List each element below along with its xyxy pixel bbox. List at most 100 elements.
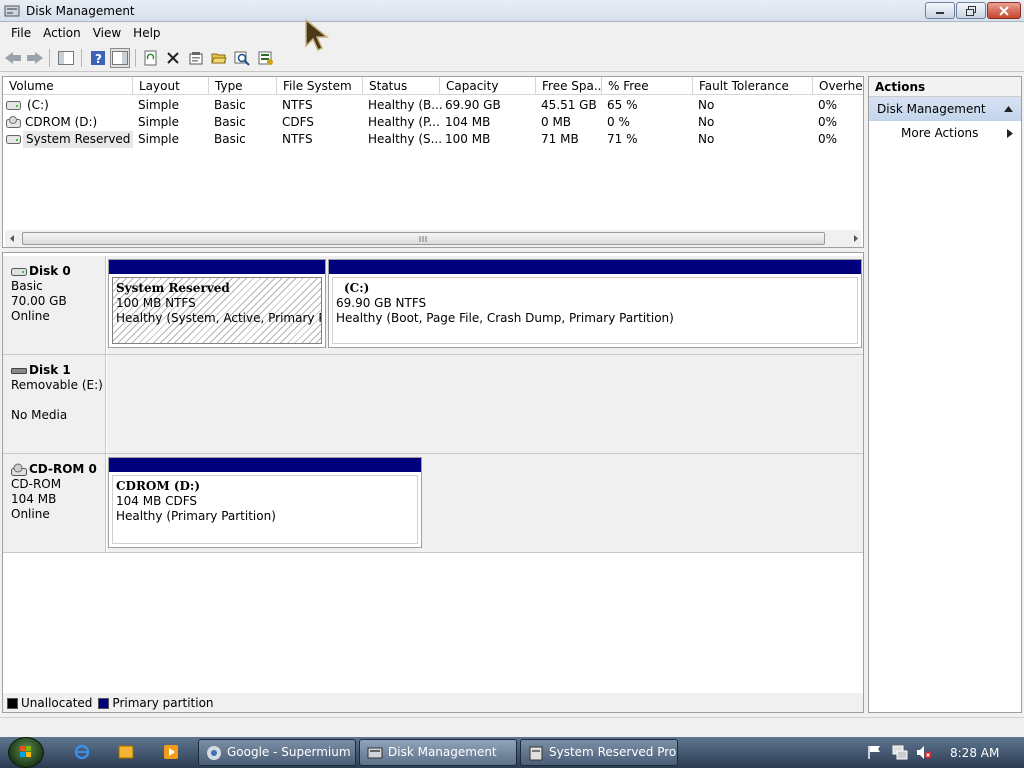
console-tree-icon	[58, 51, 74, 65]
disk-graphical-view: Disk 0 Basic 70.00 GB Online System Rese…	[2, 252, 864, 713]
open-button[interactable]	[209, 48, 229, 68]
more-actions-item[interactable]: More Actions	[869, 121, 1021, 145]
hard-disk-icon	[11, 267, 27, 276]
partition-body: System Reserved 100 MB NTFS Healthy (Sys…	[112, 277, 322, 344]
col-free-space[interactable]: Free Spa...	[536, 77, 602, 95]
delete-button[interactable]	[163, 48, 183, 68]
flag-icon[interactable]	[868, 745, 882, 760]
volume-cell: (C:)	[27, 98, 49, 112]
disk-partitions	[107, 355, 863, 453]
volume-muted-icon[interactable]	[916, 745, 932, 760]
disk-type: CD-ROM	[11, 477, 62, 491]
fault-tolerance-cell: No	[698, 115, 715, 129]
col-volume[interactable]: Volume	[3, 77, 133, 95]
clock[interactable]: 8:28 AM	[950, 746, 999, 760]
disk-row-disk-1[interactable]: Disk 1 Removable (E:) No Media	[3, 355, 863, 454]
menu-action[interactable]: Action	[37, 26, 87, 40]
volume-list-header: Volume Layout Type File System Status Ca…	[3, 77, 863, 95]
disk-row-disk-0[interactable]: Disk 0 Basic 70.00 GB Online System Rese…	[3, 256, 863, 355]
folder-icon[interactable]	[118, 744, 134, 760]
partition-system-reserved[interactable]: System Reserved 100 MB NTFS Healthy (Sys…	[108, 259, 326, 348]
internet-explorer-icon[interactable]	[74, 744, 90, 760]
scrollbar-thumb[interactable]	[22, 232, 825, 245]
taskbar-button-disk-management[interactable]: Disk Management	[359, 739, 517, 766]
taskbar-button-system-reserved-properties[interactable]: System Reserved Pro...	[520, 739, 678, 766]
percent-free-cell: 0 %	[607, 115, 630, 129]
disk-management-icon	[367, 747, 383, 759]
properties-icon	[189, 52, 203, 65]
primary-partition-bar	[329, 260, 861, 274]
col-status[interactable]: Status	[363, 77, 440, 95]
disk-size: 70.00 GB	[11, 294, 67, 308]
main-content: Volume Layout Type File System Status Ca…	[0, 72, 1024, 717]
title-bar[interactable]: Disk Management	[0, 0, 1024, 22]
disk-label[interactable]: Disk 0 Basic 70.00 GB Online	[3, 256, 106, 354]
collapse-up-icon	[1004, 106, 1013, 112]
layout-cell: Simple	[138, 115, 179, 129]
col-type[interactable]: Type	[209, 77, 277, 95]
media-player-icon[interactable]	[163, 744, 179, 760]
network-icon[interactable]	[892, 745, 908, 760]
removable-disk-icon	[11, 367, 27, 374]
disk-partitions: System Reserved 100 MB NTFS Healthy (Sys…	[107, 256, 863, 354]
col-fault-tolerance[interactable]: Fault Tolerance	[693, 77, 813, 95]
table-row[interactable]: CDROM (D:) Simple Basic CDFS Healthy (P.…	[3, 114, 863, 131]
col-capacity[interactable]: Capacity	[440, 77, 536, 95]
disk-status: No Media	[11, 408, 68, 422]
menu-view[interactable]: View	[87, 26, 127, 40]
menu-file[interactable]: File	[5, 26, 37, 40]
action-pane-icon	[112, 51, 128, 65]
magnifier-icon	[234, 51, 250, 66]
capacity-cell: 100 MB	[445, 132, 491, 146]
overhead-cell: 0%	[818, 115, 838, 129]
refresh-button[interactable]	[141, 48, 161, 68]
disk-settings-button[interactable]	[256, 48, 276, 68]
properties-button[interactable]	[186, 48, 206, 68]
help-button[interactable]: ?	[88, 48, 108, 68]
layout-cell: Simple	[138, 98, 179, 112]
table-row[interactable]: (C:) Simple Basic NTFS Healthy (B... 69.…	[3, 97, 863, 114]
col-percent-free[interactable]: % Free	[602, 77, 693, 95]
disk-row-cd-rom-0[interactable]: CD-ROM 0 CD-ROM 104 MB Online CDROM (D:)…	[3, 454, 863, 553]
minimize-button[interactable]	[925, 2, 955, 19]
partition-size: 104 MB CDFS	[116, 494, 198, 508]
partition-c[interactable]: (C:) 69.90 GB NTFS Healthy (Boot, Page F…	[328, 259, 862, 348]
scroll-right-icon[interactable]	[852, 234, 860, 243]
taskbar-button-label: System Reserved Pro...	[549, 745, 678, 759]
scroll-left-icon[interactable]	[8, 234, 16, 243]
col-layout[interactable]: Layout	[133, 77, 209, 95]
partition-status: Healthy (System, Active, Primary Partit	[116, 311, 321, 325]
partition-cdrom-d[interactable]: CDROM (D:) 104 MB CDFS Healthy (Primary …	[108, 457, 422, 548]
restore-button[interactable]	[956, 2, 986, 19]
disk-management-icon	[4, 5, 20, 17]
properties-icon	[529, 746, 543, 761]
type-cell: Basic	[214, 132, 246, 146]
col-file-system[interactable]: File System	[277, 77, 363, 95]
legend-item-primary-partition: Primary partition	[98, 696, 214, 710]
windows-logo-icon	[20, 746, 31, 757]
legend-item-unallocated: Unallocated	[7, 696, 92, 710]
forward-button[interactable]	[25, 48, 45, 68]
forward-arrow-icon	[27, 52, 43, 64]
col-overhead[interactable]: Overhea	[813, 77, 863, 95]
actions-section-disk-management[interactable]: Disk Management	[869, 97, 1021, 121]
taskbar-button-google-supermium[interactable]: Google - Supermium	[198, 739, 356, 766]
table-row[interactable]: System Reserved Simple Basic NTFS Health…	[3, 131, 863, 148]
horizontal-scrollbar[interactable]	[5, 230, 861, 247]
capacity-cell: 104 MB	[445, 115, 491, 129]
disk-label[interactable]: Disk 1 Removable (E:) No Media	[3, 355, 106, 453]
drive-icon	[6, 101, 21, 110]
start-button[interactable]	[8, 737, 44, 768]
disk-label[interactable]: CD-ROM 0 CD-ROM 104 MB Online	[3, 454, 106, 552]
supermium-browser-icon	[207, 746, 221, 760]
menu-help[interactable]: Help	[127, 26, 166, 40]
close-button[interactable]	[987, 2, 1021, 19]
taskbar-button-label: Disk Management	[388, 745, 497, 759]
back-button[interactable]	[3, 48, 23, 68]
show-hide-action-pane-button[interactable]	[110, 48, 130, 68]
explore-button[interactable]	[232, 48, 252, 68]
cdrom-icon	[11, 463, 27, 476]
show-hide-console-tree-button[interactable]	[56, 48, 76, 68]
primary-partition-bar	[109, 260, 325, 274]
volume-list: Volume Layout Type File System Status Ca…	[2, 76, 864, 248]
